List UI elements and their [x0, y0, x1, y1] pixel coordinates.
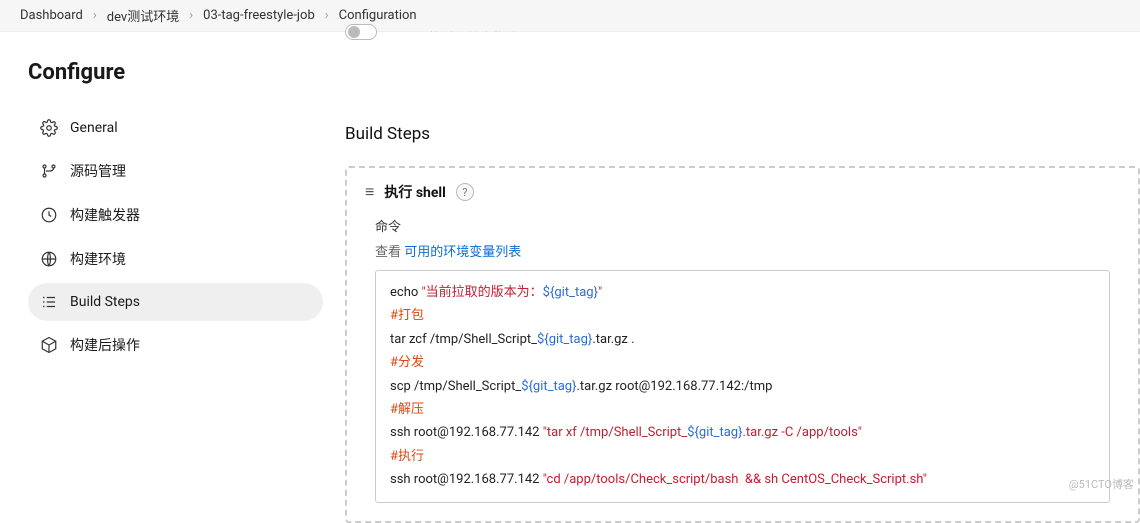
sidebar-item-build-steps[interactable]: Build Steps [28, 283, 323, 321]
chevron-right-icon: › [189, 8, 193, 23]
sidebar-item-label: 构建后操作 [70, 335, 140, 355]
sidebar-item-label: 构建触发器 [70, 205, 140, 225]
breadcrumb-item-config[interactable]: Configuration [339, 8, 417, 23]
sidebar-item-build-env[interactable]: 构建环境 [28, 239, 323, 279]
list-icon [40, 293, 58, 311]
env-vars-hint: 查看 可用的环境变量列表 [375, 241, 1110, 260]
shell-command-textarea[interactable]: echo "当前拉取的版本为：${git_tag}" #打包 tar zcf /… [375, 270, 1110, 503]
sidebar: Configure General 源码管理 构建触发器 [0, 32, 345, 523]
branch-icon [40, 162, 58, 180]
drag-handle-icon[interactable]: ≡ [365, 182, 374, 202]
sidebar-item-label: Build Steps [70, 294, 140, 310]
env-vars-link[interactable]: 可用的环境变量列表 [404, 245, 521, 260]
watermark: @51CTO博客 [1069, 476, 1134, 492]
sidebar-item-label: 构建环境 [70, 249, 126, 269]
env-vars-hint-prefix: 查看 [375, 245, 404, 260]
gear-icon [40, 119, 58, 137]
build-step-block: ≡ 执行 shell ? 命令 查看 可用的环境变量列表 echo "当前拉取的… [345, 166, 1140, 523]
cube-icon [40, 336, 58, 354]
sidebar-nav: General 源码管理 构建触发器 构建环境 [28, 109, 323, 365]
toggle-concurrent-build[interactable] [345, 24, 377, 40]
main-content: 在必要的时候并发构建 Build Steps ≡ 执行 shell ? 命令 查… [345, 32, 1140, 523]
breadcrumb-item-env[interactable]: dev测试环境 [107, 6, 179, 25]
sidebar-item-label: 源码管理 [70, 161, 126, 181]
sidebar-item-general[interactable]: General [28, 109, 323, 147]
chevron-right-icon: › [93, 8, 97, 23]
globe-icon [40, 250, 58, 268]
sidebar-item-build-triggers[interactable]: 构建触发器 [28, 195, 323, 235]
breadcrumb-item-job[interactable]: 03-tag-freestyle-job [203, 8, 315, 23]
sidebar-item-label: General [70, 120, 118, 136]
breadcrumb-item-dashboard[interactable]: Dashboard [20, 8, 83, 23]
sidebar-item-source-code[interactable]: 源码管理 [28, 151, 323, 191]
concurrent-build-row: 在必要的时候并发构建 [345, 24, 589, 40]
help-icon[interactable]: ? [456, 183, 474, 201]
sidebar-item-post-build[interactable]: 构建后操作 [28, 325, 323, 365]
section-title-build-steps: Build Steps [345, 124, 1140, 144]
clock-icon [40, 206, 58, 224]
shell-command-label: 命令 [375, 216, 1110, 235]
page-title: Configure [28, 60, 323, 85]
shell-command-field: 命令 查看 可用的环境变量列表 echo "当前拉取的版本为：${git_tag… [347, 216, 1138, 521]
build-step-header: ≡ 执行 shell ? [347, 168, 1138, 216]
toggle-concurrent-build-label: 在必要的时候并发构建 [389, 28, 589, 32]
chevron-right-icon: › [325, 8, 329, 23]
build-step-title: 执行 shell [384, 182, 445, 202]
